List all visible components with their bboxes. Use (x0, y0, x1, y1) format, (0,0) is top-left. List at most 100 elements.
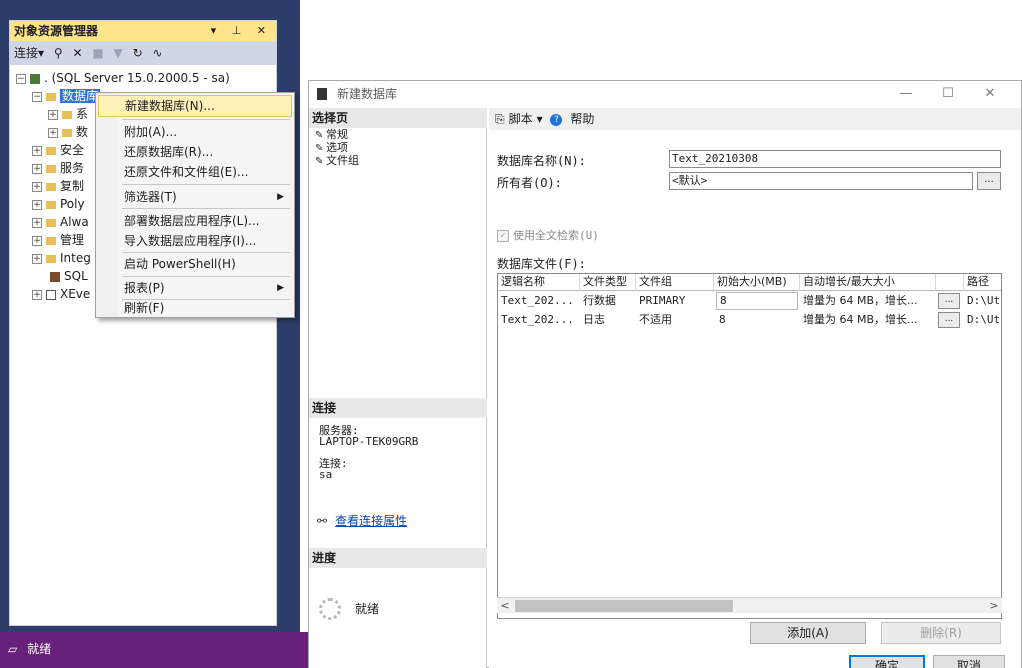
tree-item[interactable]: + XEve (32, 285, 90, 303)
scrollbar-thumb[interactable] (515, 600, 733, 612)
database-files-grid: 逻辑名称 文件类型 文件组 初始大小(MB) 自动增长/最大大小 路径 Text… (497, 273, 1002, 619)
tree-item-label: XEve (60, 287, 91, 301)
folder-icon (62, 128, 72, 137)
script-dropdown-icon[interactable]: ▾ (537, 112, 543, 126)
tree-item[interactable]: + 管理 (32, 231, 84, 249)
cell-logical-name[interactable]: Text_202... (498, 292, 580, 310)
script-button[interactable]: 脚本 (509, 112, 533, 126)
menu-item-deploy-dac[interactable]: 部署数据层应用程序(L)... (98, 210, 292, 232)
expand-icon[interactable]: + (48, 109, 58, 120)
column-header[interactable]: 逻辑名称 (498, 274, 580, 291)
db-name-input[interactable]: Text_20210308 (669, 150, 1001, 168)
expand-icon[interactable]: + (48, 127, 58, 138)
column-header[interactable]: 初始大小(MB) (714, 274, 800, 291)
menu-item-attach[interactable]: 附加(A)... (98, 121, 292, 143)
cell-filegroup[interactable]: 不适用 (636, 311, 714, 329)
xevent-icon (46, 289, 56, 300)
horizontal-scrollbar[interactable]: < > (497, 597, 1002, 613)
cell-path[interactable]: D:\Ut (964, 311, 1001, 329)
menu-item-powershell[interactable]: 启动 PowerShell(H) (98, 253, 292, 275)
tree-item[interactable]: SQL (50, 267, 88, 285)
ok-button[interactable]: 确定 (849, 655, 925, 668)
owner-input[interactable]: <默认> (669, 172, 973, 190)
context-menu: 新建数据库(N)... 附加(A)... 还原数据库(R)... 还原文件和文件… (95, 92, 295, 318)
activity-icon[interactable]: ∿ (153, 46, 163, 60)
add-file-button[interactable]: 添加(A) (750, 622, 866, 644)
menu-item-import-dac[interactable]: 导入数据层应用程序(I)... (98, 230, 292, 252)
tree-item[interactable]: + 服务 (32, 159, 84, 177)
page-general[interactable]: ✎ 常规 (315, 128, 348, 142)
expand-icon[interactable]: + (32, 181, 42, 192)
cell-file-type[interactable]: 行数据 (580, 292, 636, 310)
menu-item-filter[interactable]: 筛选器(T) ▶ (98, 186, 292, 208)
connect-dropdown[interactable]: 连接▾ (14, 46, 44, 60)
cell-filegroup[interactable]: PRIMARY (636, 292, 714, 310)
expand-icon[interactable]: + (32, 217, 42, 228)
stop-icon[interactable]: ■ (92, 46, 103, 60)
tree-item[interactable]: + 安全 (32, 141, 84, 159)
help-button[interactable]: 帮助 (570, 112, 594, 126)
tree-item[interactable]: + 系 (48, 105, 88, 123)
cell-initial-size[interactable]: 8 (716, 311, 798, 329)
scroll-left-icon[interactable]: < (497, 598, 513, 614)
cell-file-type[interactable]: 日志 (580, 311, 636, 329)
dialog-right-pane: ⎘ 脚本 ▾ ? 帮助 数据库名称(N): Text_20210308 所有者(O)… (489, 108, 1021, 668)
close-icon[interactable]: ✕ (969, 81, 1011, 107)
scroll-right-icon[interactable]: > (986, 598, 1002, 614)
expand-icon[interactable]: + (32, 199, 42, 210)
menu-item-reports[interactable]: 报表(P) ▶ (98, 277, 292, 299)
view-connection-properties-link[interactable]: ⚯ 查看连接属性 (317, 512, 407, 529)
menu-item-refresh[interactable]: 刷新(F) (98, 297, 292, 319)
connection-header: 连接 (309, 398, 487, 418)
link-label: 查看连接属性 (335, 514, 408, 528)
menu-item-restore-database[interactable]: 还原数据库(R)... (98, 141, 292, 163)
tree-item[interactable]: + 数 (48, 123, 88, 141)
page-filegroups[interactable]: ✎ 文件组 (315, 154, 359, 168)
tree-server-node[interactable]: − . (SQL Server 15.0.2000.5 - sa) (16, 69, 230, 87)
tree-item-label: 系 (76, 107, 89, 121)
tree-item-label: Alwa (60, 215, 89, 229)
expand-icon[interactable]: + (32, 163, 42, 174)
maximize-icon[interactable]: ☐ (927, 81, 969, 107)
tree-item[interactable]: + Poly (32, 195, 85, 213)
menu-item-new-database[interactable]: 新建数据库(N)... (98, 95, 292, 117)
tree-item[interactable]: + Alwa (32, 213, 89, 231)
expand-icon[interactable]: + (32, 235, 42, 246)
fulltext-label: 使用全文检索(U) (513, 229, 599, 242)
menu-item-label: 导入数据层应用程序(I)... (124, 234, 257, 248)
tree-item-label: Poly (60, 197, 85, 211)
tree-item[interactable]: + 复制 (32, 177, 84, 195)
cell-initial-size[interactable]: 8 (716, 292, 798, 310)
column-header[interactable]: 文件组 (636, 274, 714, 291)
minimize-icon[interactable]: — (885, 81, 927, 107)
tree-item[interactable]: + Integ (32, 249, 91, 267)
cell-path[interactable]: D:\Ut (964, 292, 1001, 310)
expand-icon[interactable]: + (32, 289, 42, 300)
server-label: . (SQL Server 15.0.2000.5 - sa) (44, 71, 230, 85)
collapse-icon[interactable]: − (16, 73, 26, 84)
refresh-icon[interactable]: ↻ (133, 46, 143, 60)
connect-icon[interactable]: ⚲ (54, 46, 63, 60)
column-header[interactable]: 路径 (964, 274, 1001, 291)
page-options[interactable]: ✎ 选项 (315, 141, 348, 155)
owner-browse-button[interactable]: ... (977, 172, 1001, 190)
column-header[interactable]: 文件类型 (580, 274, 636, 291)
cell-logical-name[interactable]: Text_202... (498, 311, 580, 329)
folder-icon (46, 236, 56, 245)
help-icon: ? (550, 113, 563, 126)
autogrowth-browse-button[interactable]: ... (938, 293, 960, 309)
panel-pin-close-icons[interactable]: ▾ ⊥ ✕ (211, 21, 272, 41)
autogrowth-browse-button[interactable]: ... (938, 312, 960, 328)
cancel-button[interactable]: 取消 (933, 655, 1005, 668)
tree-item-label: 安全 (60, 143, 85, 157)
tree-item-databases[interactable]: − 数据库 (32, 87, 101, 105)
expand-icon[interactable]: + (32, 253, 42, 264)
disconnect-icon[interactable]: ✕ (72, 46, 82, 60)
menu-item-restore-files[interactable]: 还原文件和文件组(E)... (98, 161, 292, 183)
expand-icon[interactable]: + (32, 145, 42, 156)
remove-file-button[interactable]: 删除(R) (881, 622, 1001, 644)
column-header[interactable]: 自动增长/最大大小 (800, 274, 936, 291)
filter-icon[interactable]: ▼ (114, 46, 123, 60)
collapse-icon[interactable]: − (32, 91, 42, 102)
fulltext-checkbox[interactable]: ✓ 使用全文检索(U) (497, 227, 599, 243)
